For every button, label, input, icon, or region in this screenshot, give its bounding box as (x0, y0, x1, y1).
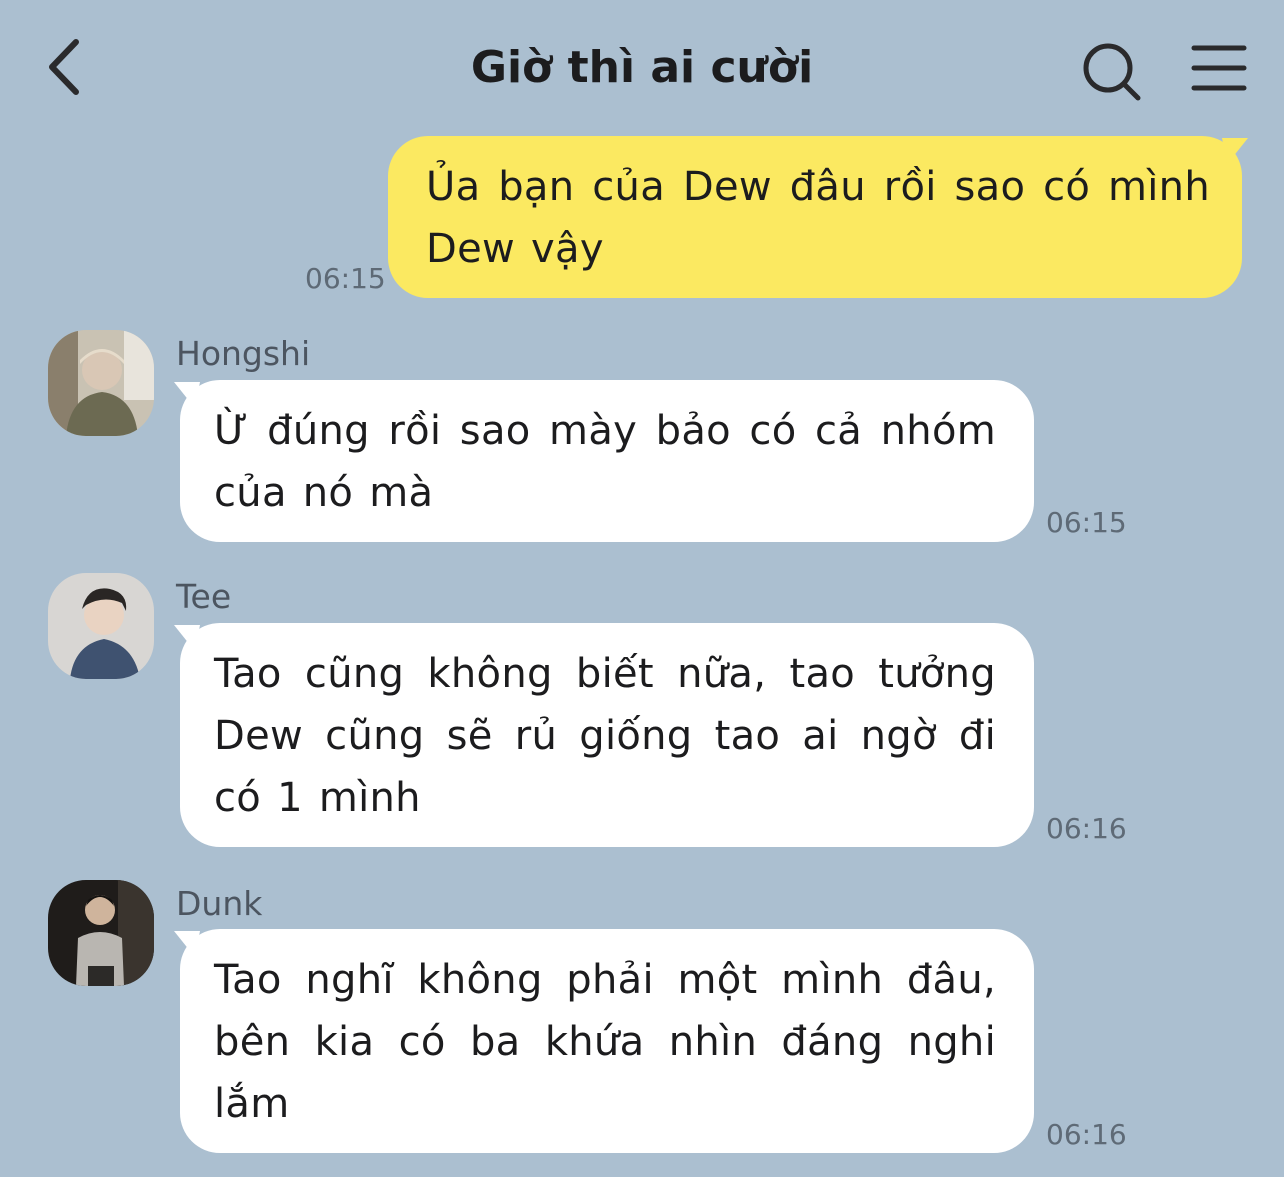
message-text: Tao cũng không biết nữa, tao tưởng Dew c… (214, 651, 996, 821)
hamburger-menu-icon[interactable] (1188, 40, 1252, 96)
message-timestamp: 06:15 (305, 262, 386, 295)
sender-name: Dunk (176, 884, 263, 923)
message-text: Ủa bạn của Dew đâu rồi sao có mình Dew v… (426, 164, 1210, 272)
message-text: Tao nghĩ không phải một mình đâu, bên ki… (214, 957, 996, 1127)
incoming-message-bubble[interactable]: Tao cũng không biết nữa, tao tưởng Dew c… (180, 623, 1034, 847)
message-timestamp: 06:16 (1046, 812, 1127, 845)
chat-header: Giờ thì ai cười (0, 0, 1284, 130)
avatar-dunk[interactable] (48, 880, 154, 986)
sender-name: Tee (176, 577, 232, 616)
avatar-hongshi[interactable] (48, 330, 154, 436)
incoming-message-bubble[interactable]: Ừ đúng rồi sao mày bảo có cả nhóm của nó… (180, 380, 1034, 542)
message-timestamp: 06:16 (1046, 1118, 1127, 1151)
avatar-tee[interactable] (48, 573, 154, 679)
outgoing-message-bubble[interactable]: Ủa bạn của Dew đâu rồi sao có mình Dew v… (388, 136, 1242, 298)
message-timestamp: 06:15 (1046, 506, 1127, 539)
message-text: Ừ đúng rồi sao mày bảo có cả nhóm của nó… (214, 408, 996, 516)
sender-name: Hongshi (176, 334, 311, 373)
search-icon[interactable] (1076, 36, 1148, 108)
incoming-message-bubble[interactable]: Tao nghĩ không phải một mình đâu, bên ki… (180, 929, 1034, 1153)
chevron-left-icon[interactable] (38, 34, 98, 100)
chat-title: Giờ thì ai cười (470, 42, 814, 93)
